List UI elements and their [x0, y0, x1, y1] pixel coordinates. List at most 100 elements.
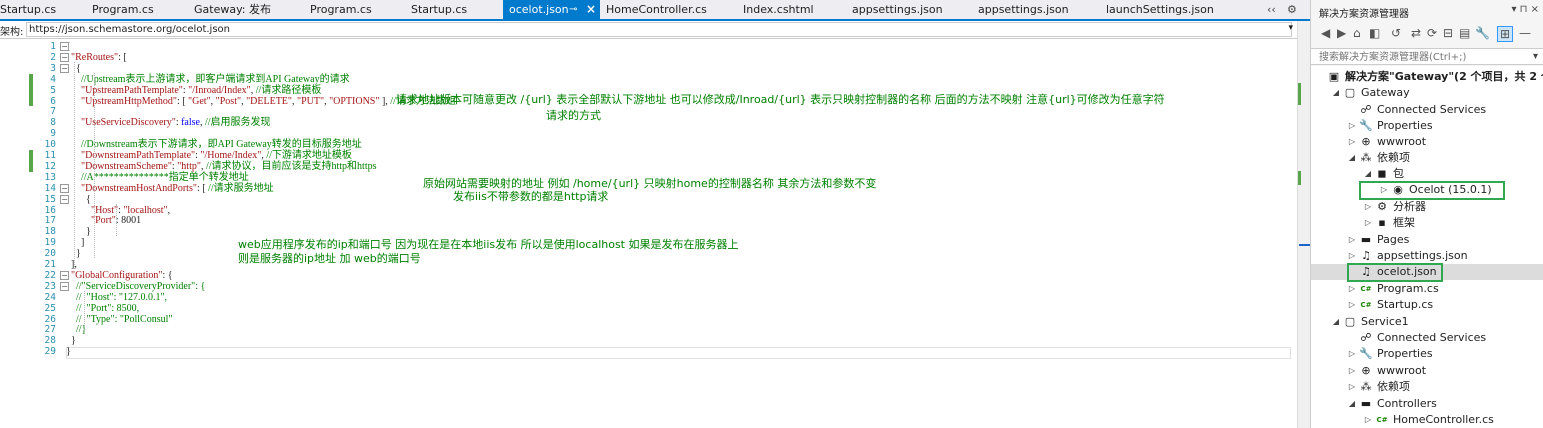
code-token: : 8001	[115, 215, 142, 227]
tree-item-icon: C#	[1360, 285, 1372, 293]
tab-appsettings-json[interactable]: appsettings.json	[852, 0, 943, 19]
collapse-icon[interactable]: ⊟	[1443, 26, 1453, 40]
line-number: 1	[50, 41, 56, 52]
code-token: ,	[167, 204, 171, 216]
collapsed-arrow-icon[interactable]: ▷	[1347, 363, 1357, 379]
properties-icon[interactable]: 🔧	[1475, 26, 1490, 40]
code-line: "DownstreamScheme": "http", //请求协议，目前应该是…	[66, 161, 377, 172]
tree-item[interactable]: ▷ 🔧 Properties	[1311, 118, 1543, 134]
fold-toggle-icon[interactable]: −	[60, 183, 69, 193]
tree-item[interactable]: ▷ ⚙ 分析器	[1311, 199, 1543, 215]
code-editor[interactable]: 1{2 "ReRoutes": [3 {4 //Upstream表示上游请求，即…	[0, 39, 1297, 428]
pin-icon[interactable]: ⊸	[569, 0, 577, 19]
gear-icon[interactable]: ⚙	[1287, 0, 1297, 19]
more-icon[interactable]: —	[1519, 26, 1531, 40]
tab-program-cs[interactable]: Program.cs	[92, 0, 154, 19]
tree-item-icon: ⁂	[1360, 151, 1372, 164]
expanded-arrow-icon[interactable]: ◢	[1331, 314, 1341, 330]
sync-icon[interactable]: ⇄	[1411, 26, 1421, 40]
tree-item[interactable]: ▷ C# HomeController.cs	[1311, 412, 1543, 428]
tree-item[interactable]: ▷ ▬ Pages	[1311, 232, 1543, 248]
tree-item[interactable]: ☍ Connected Services	[1311, 102, 1543, 118]
forward-icon[interactable]: ▶	[1337, 26, 1346, 40]
tree-item[interactable]: ▷ ▪ 框架	[1311, 215, 1543, 231]
tree-item[interactable]: ☍ Connected Services	[1311, 330, 1543, 346]
solution-explorer: 解决方案资源管理器 ▾ ⊓ × ◀ ▶ ⌂ ◧ ↺ ⇄ ⟳ ⊟ ▤ 🔧 ⊞ — …	[1310, 0, 1543, 428]
tree-item[interactable]: ▷ ⊕ wwwroot	[1311, 134, 1543, 150]
close-icon[interactable]: ×	[586, 0, 596, 19]
tree-item[interactable]: ◢ ▢ Service1	[1311, 314, 1543, 330]
collapsed-arrow-icon[interactable]: ▷	[1347, 232, 1357, 248]
line-number: 21	[44, 259, 56, 270]
line-number: 5	[50, 84, 56, 96]
tab-startup-cs[interactable]: Startup.cs	[411, 0, 467, 19]
tree-item[interactable]: ▷ ⊕ wwwroot	[1311, 363, 1543, 379]
tree-item-label: Controllers	[1377, 397, 1437, 410]
expanded-arrow-icon[interactable]: ◢	[1331, 85, 1341, 101]
line-number: 16	[44, 204, 56, 216]
tree-item[interactable]: ◢ ⁂ 依赖项	[1311, 150, 1543, 166]
collapsed-arrow-icon[interactable]: ▷	[1347, 346, 1357, 362]
code-token: "http"	[177, 160, 201, 172]
tree-item[interactable]: ▷ C# Startup.cs	[1311, 297, 1543, 313]
refresh-icon[interactable]: ⟳	[1427, 26, 1437, 40]
tree-item[interactable]: ▷ C# Program.cs	[1311, 281, 1543, 297]
tab-homecontroller-cs[interactable]: HomeController.cs	[606, 0, 707, 19]
collapsed-arrow-icon[interactable]: ▷	[1363, 199, 1373, 215]
tree-item[interactable]: ▷ ♫ appsettings.json	[1311, 248, 1543, 264]
collapsed-arrow-icon[interactable]: ▷	[1347, 248, 1357, 264]
tree-item[interactable]: ◢ ▬ Controllers	[1311, 396, 1543, 412]
fold-toggle-icon[interactable]: −	[60, 270, 69, 280]
back-icon[interactable]: ◀	[1321, 26, 1330, 40]
tree-item[interactable]: ▷ ⁂ 依赖项	[1311, 379, 1543, 395]
show-all-icon[interactable]: ▤	[1459, 26, 1470, 40]
schema-dropdown-icon[interactable]: ▾	[1288, 23, 1293, 33]
fold-toggle-icon[interactable]: −	[60, 42, 69, 51]
tab-label: Program.cs	[310, 3, 372, 16]
indent-guide	[116, 203, 117, 237]
schema-input[interactable]	[26, 22, 1292, 37]
code-line: "UseServiceDiscovery": false, //启用服务发现	[66, 117, 271, 128]
fold-toggle-icon[interactable]: −	[60, 52, 69, 62]
tree-item[interactable]: ◢ ▢ Gateway	[1311, 85, 1543, 101]
tab-label: Index.cshtml	[743, 3, 814, 16]
search-options-icon[interactable]: ▾	[1533, 51, 1538, 62]
vs-icon[interactable]: ◧	[1369, 26, 1380, 40]
expanded-arrow-icon[interactable]: ◢	[1363, 166, 1373, 182]
tab-launchsettings-json[interactable]: launchSettings.json	[1106, 0, 1214, 19]
view-toggle-icon[interactable]: ⊞	[1497, 26, 1514, 42]
collapsed-arrow-icon[interactable]: ▷	[1363, 215, 1373, 231]
line-number: 28	[44, 335, 56, 347]
solution-search-input[interactable]	[1319, 50, 1519, 64]
tab-scroll-icon[interactable]: ‹‹	[1267, 0, 1276, 19]
tab-startup-cs[interactable]: Startup.cs	[0, 0, 56, 19]
home-icon[interactable]: ⌂	[1353, 26, 1361, 40]
editor-vertical-scrollbar[interactable]	[1297, 21, 1310, 428]
scrollbar-change-mark	[1298, 171, 1301, 185]
fold-toggle-icon[interactable]: −	[60, 281, 69, 291]
collapsed-arrow-icon[interactable]: ▷	[1347, 281, 1357, 297]
tab-index-cshtml[interactable]: Index.cshtml	[743, 0, 814, 19]
panel-window-controls[interactable]: ▾ ⊓ ×	[1511, 4, 1539, 15]
collapsed-arrow-icon[interactable]: ▷	[1363, 412, 1373, 428]
history-icon[interactable]: ↺	[1391, 26, 1401, 40]
collapsed-arrow-icon[interactable]: ▷	[1347, 134, 1357, 150]
indent-guide	[84, 290, 85, 335]
tree-item[interactable]: ▣ 解决方案"Gateway"(2 个项目，共 2 个)	[1311, 69, 1543, 85]
tab-ocelot-json[interactable]: ocelot.json ⊸ ×	[503, 0, 600, 19]
tab-gateway[interactable]: Gateway: 发布	[194, 0, 271, 19]
expanded-arrow-icon[interactable]: ◢	[1347, 396, 1357, 412]
annotation-note: 请求地址版本可随意更改 /{url} 表示全部默认下游地址 也可以修改成/Inr…	[396, 93, 1165, 106]
tree-item[interactable]: ◢ ◼ 包	[1311, 166, 1543, 182]
tab-program-cs[interactable]: Program.cs	[310, 0, 372, 19]
fold-toggle-icon[interactable]: −	[60, 194, 69, 204]
tree-item[interactable]: ▷ 🔧 Properties	[1311, 346, 1543, 362]
collapsed-arrow-icon[interactable]: ▷	[1347, 297, 1357, 313]
collapsed-arrow-icon[interactable]: ▷	[1347, 118, 1357, 134]
tab-appsettings-json[interactable]: appsettings.json	[978, 0, 1069, 19]
collapsed-arrow-icon[interactable]: ▷	[1347, 379, 1357, 395]
expanded-arrow-icon[interactable]: ◢	[1347, 150, 1357, 166]
fold-toggle-icon[interactable]: −	[60, 63, 69, 73]
line-number: 6	[50, 95, 56, 107]
tab-label: ocelot.json	[509, 3, 569, 16]
